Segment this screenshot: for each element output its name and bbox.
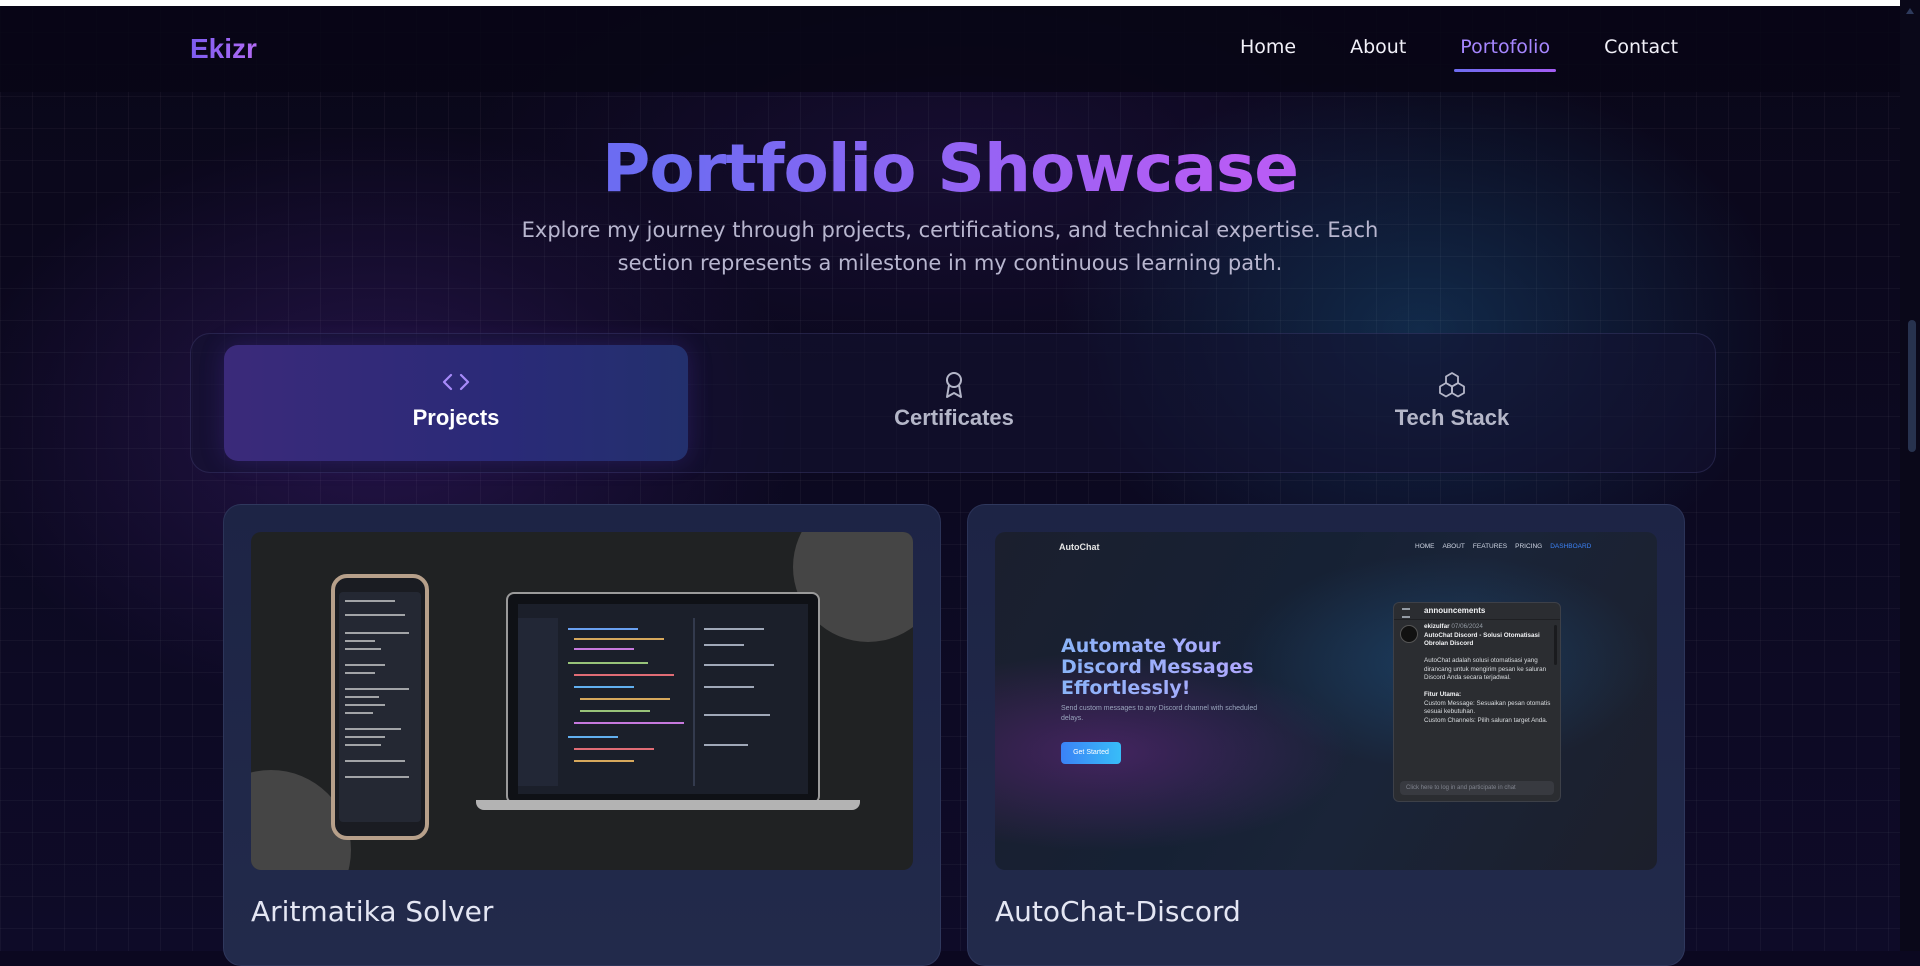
nav-links: Home About Portofolio Contact	[1240, 36, 1732, 72]
top-strip	[0, 0, 1920, 6]
tab-projects[interactable]: Projects	[224, 345, 688, 461]
tab-certificates[interactable]: Certificates	[722, 345, 1186, 461]
avatar	[1400, 625, 1418, 643]
discord-chat-input: Click here to log in and participate in …	[1400, 781, 1554, 795]
portfolio-tabs: Projects Certificates Tech Stack	[190, 333, 1716, 473]
award-icon	[722, 371, 1186, 398]
project-thumbnail[interactable]: AutoChat HOME ABOUT FEATURES PRICING DAS…	[995, 532, 1657, 870]
tab-certificates-label: Certificates	[894, 405, 1014, 430]
preview-headline: Automate Your Discord Messages Effortles…	[1061, 636, 1281, 699]
scroll-up-arrow-icon[interactable]	[1906, 8, 1914, 14]
laptop-mockup-image	[506, 592, 820, 804]
project-card-aritmatika[interactable]: Aritmatika Solver	[223, 504, 941, 966]
preview-subtext: Send custom messages to any Discord chan…	[1061, 705, 1258, 722]
tab-projects-label: Projects	[412, 405, 500, 430]
navbar: Ekizr Home About Portofolio Contact	[0, 6, 1900, 92]
tab-tech-stack[interactable]: Tech Stack	[1220, 345, 1684, 461]
preview-logo: AutoChat	[1059, 542, 1100, 552]
nav-link-about[interactable]: About	[1350, 36, 1406, 68]
page-scrollbar[interactable]	[1900, 0, 1920, 951]
tab-tech-stack-label: Tech Stack	[1394, 405, 1510, 430]
project-card-autochat[interactable]: AutoChat HOME ABOUT FEATURES PRICING DAS…	[967, 504, 1685, 966]
nav-link-contact[interactable]: Contact	[1604, 36, 1678, 68]
nav-link-portfolio[interactable]: Portofolio	[1454, 36, 1556, 72]
phone-mockup-image	[331, 574, 429, 840]
boxes-icon	[1220, 371, 1684, 398]
nav-link-home[interactable]: Home	[1240, 36, 1296, 68]
laptop-base	[476, 800, 860, 810]
page-subtitle: Explore my journey through projects, cer…	[521, 218, 1379, 275]
project-title[interactable]: AutoChat-Discord	[995, 895, 1241, 928]
preview-get-started-button: Get Started	[1061, 742, 1121, 764]
discord-message: ekizulfar 07/06/2024 AutoChat Discord - …	[1424, 623, 1551, 724]
page-title: Portfolio Showcase	[0, 130, 1900, 207]
preview-nav: HOME ABOUT FEATURES PRICING DASHBOARD	[1415, 543, 1592, 550]
project-title[interactable]: Aritmatika Solver	[251, 895, 493, 928]
discord-preview-window: announcements ekizulfar 07/06/2024 AutoC…	[1393, 602, 1561, 802]
discord-channel-name: announcements	[1394, 603, 1560, 620]
project-thumbnail[interactable]	[251, 532, 913, 870]
scrollbar-thumb[interactable]	[1908, 320, 1916, 452]
site-logo[interactable]: Ekizr	[190, 33, 257, 65]
code-icon	[224, 371, 688, 397]
